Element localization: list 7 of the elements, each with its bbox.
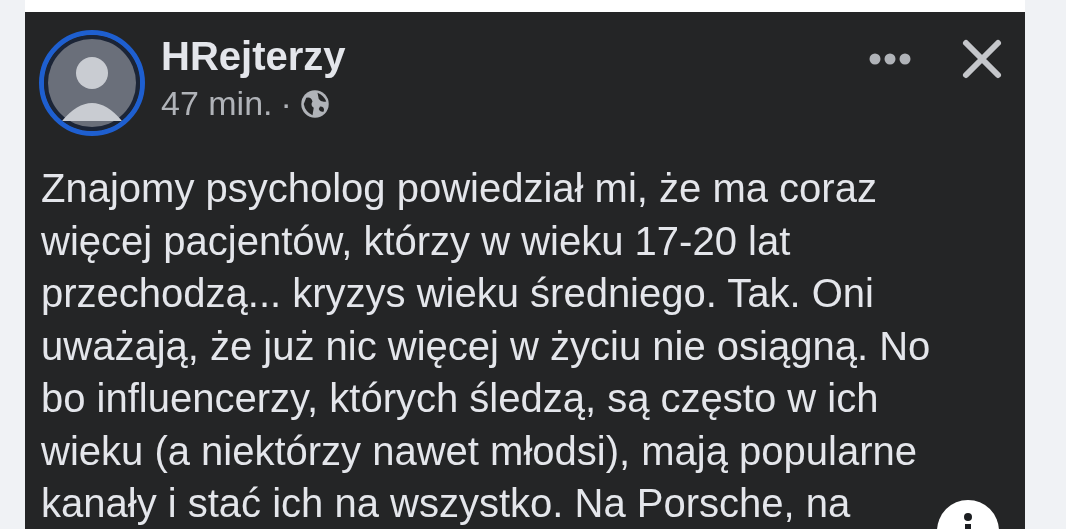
globe-icon	[299, 88, 330, 119]
author-name[interactable]: HRejterzy	[161, 34, 867, 78]
post-text: Znajomy psycholog powiedział mi, że ma coraz więcej pacjentów, którzy w wieku 17-20 lat przechodzą... kryzys wieku średniego. Tak. Oni uważają, że już nic więcej w życiu nie osiągną. No bo influencerzy, których śledzą, są często w ich wieku (a niektórzy nawet młodsi), mają popularne kanały i stać ich na wszystko. Na Porsche, na	[40, 165, 931, 527]
avatar[interactable]	[39, 30, 145, 136]
close-button[interactable]	[961, 38, 1003, 80]
separator: ·	[280, 83, 292, 124]
post-time[interactable]: 47 min.	[161, 78, 273, 129]
